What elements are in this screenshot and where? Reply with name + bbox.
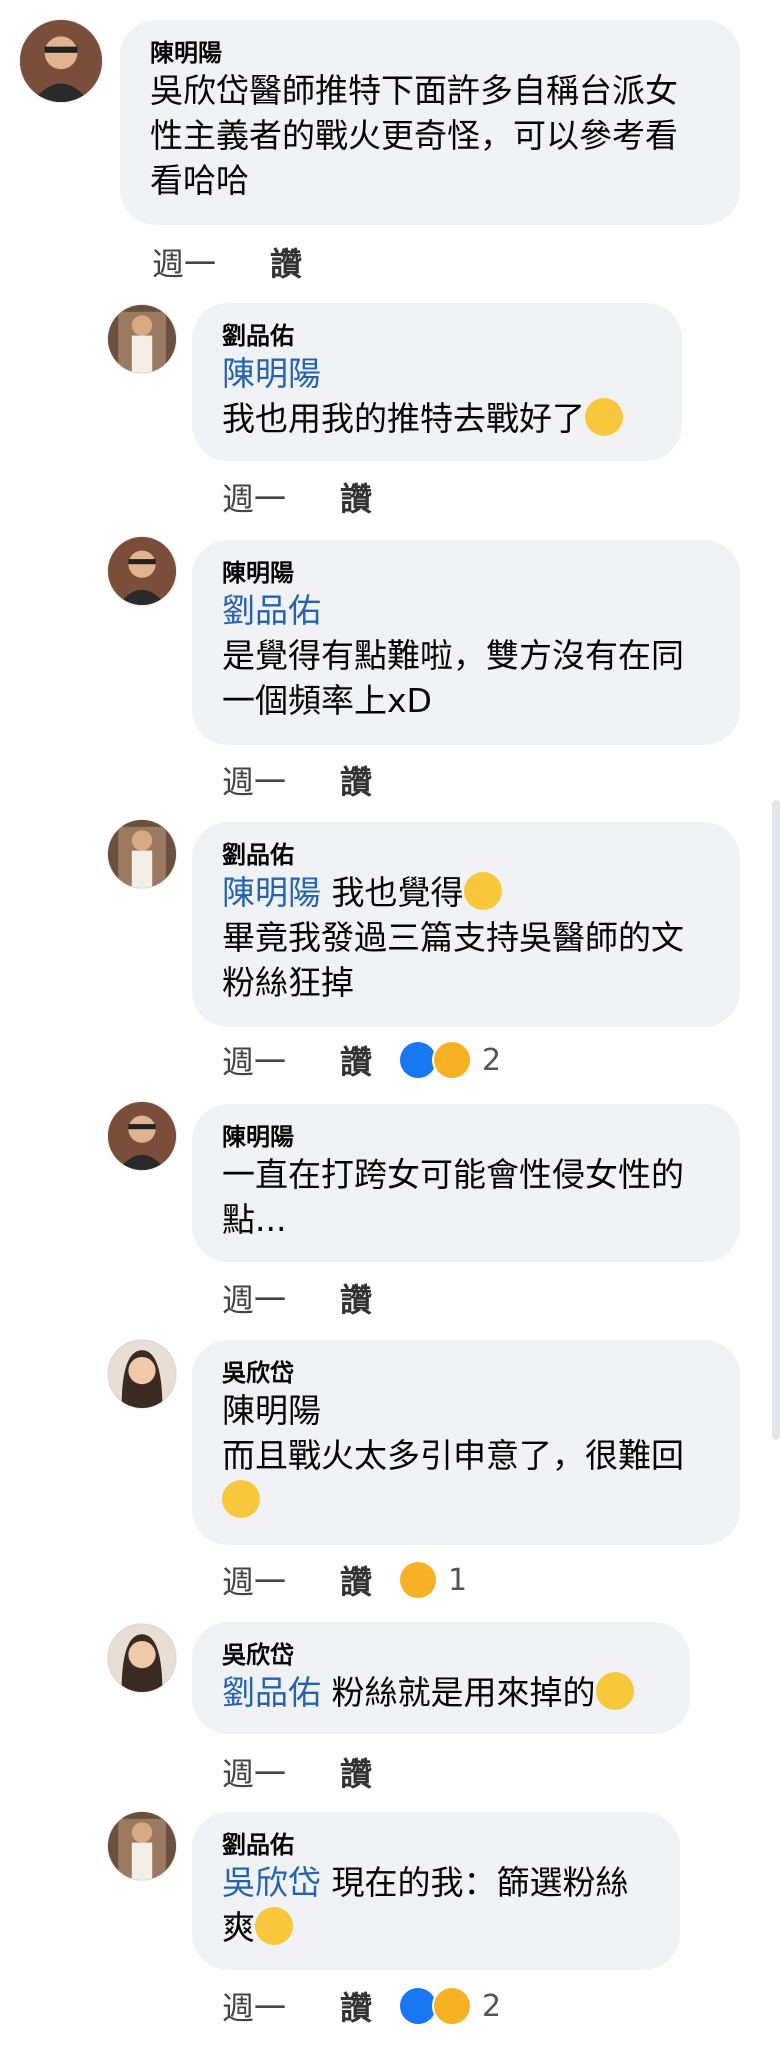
comment-actions: 週一 讚 2 bbox=[222, 1984, 501, 2028]
haha-reaction-icon bbox=[432, 1986, 473, 2026]
comment-text: 我也用我的推特去戰好了 bbox=[222, 399, 585, 438]
mention-link[interactable]: 陳明陽 bbox=[222, 873, 321, 912]
comment-author[interactable]: 陳明陽 bbox=[150, 38, 712, 68]
woozy-face-icon bbox=[255, 1907, 293, 1945]
smiling-tear-face-icon bbox=[463, 872, 502, 910]
reaction-count: 2 bbox=[482, 1988, 502, 2024]
comment-text: 粉絲狂掉 bbox=[222, 963, 354, 1002]
comment-text: 而且戰火太多引申意了，很難回 bbox=[222, 1436, 684, 1475]
like-button[interactable]: 讚 bbox=[340, 1749, 372, 1795]
comment-text: 畢竟我發過三篇支持吳醫師的文 bbox=[222, 918, 684, 957]
comment-time[interactable]: 週一 bbox=[222, 1749, 340, 1795]
comment-time[interactable]: 週一 bbox=[222, 474, 340, 520]
comment-author[interactable]: 吳欣岱 bbox=[222, 1640, 662, 1670]
comment-text: 一個頻率上xD bbox=[222, 681, 432, 720]
comment-author[interactable]: 吳欣岱 bbox=[222, 1358, 712, 1388]
comment-author[interactable]: 陳明陽 bbox=[222, 1122, 712, 1152]
like-button[interactable]: 讚 bbox=[340, 1983, 372, 2029]
comment-actions: 週一 讚 2 bbox=[222, 1038, 501, 1082]
woozy-face-icon bbox=[585, 398, 623, 436]
comment-text: 粉絲就是用來掉的 bbox=[321, 1673, 596, 1712]
mention-link[interactable]: 劉品佑 bbox=[222, 588, 712, 633]
like-button[interactable]: 讚 bbox=[340, 757, 372, 803]
avatar[interactable] bbox=[108, 820, 176, 888]
comment-text: 性主義者的戰火更奇怪，可以參考看 bbox=[150, 116, 678, 155]
like-button[interactable]: 讚 bbox=[340, 1037, 372, 1083]
comment-actions: 週一 讚 bbox=[222, 758, 372, 802]
comment-author[interactable]: 劉品佑 bbox=[222, 321, 654, 351]
comment-text: 我也覺得 bbox=[321, 873, 464, 912]
comment-bubble: 劉品佑 吳欣岱 現在的我：篩選粉絲 爽 bbox=[192, 1812, 680, 1970]
comment-time[interactable]: 週一 bbox=[222, 757, 340, 803]
comment-bubble: 吳欣岱 劉品佑 粉絲就是用來掉的 bbox=[192, 1622, 690, 1734]
comment-author[interactable]: 劉品佑 bbox=[222, 1830, 652, 1860]
like-button[interactable]: 讚 bbox=[270, 239, 302, 285]
comment-time[interactable]: 週一 bbox=[152, 239, 270, 285]
like-button[interactable]: 讚 bbox=[340, 1275, 372, 1321]
comment-time[interactable]: 週一 bbox=[222, 1037, 340, 1083]
mention-link[interactable]: 陳明陽 bbox=[222, 351, 654, 396]
comment-text: 爽 bbox=[222, 1908, 255, 1947]
mention-link[interactable]: 吳欣岱 bbox=[222, 1863, 321, 1902]
comment-text: 一直在打跨女可能會性侵女性的 bbox=[222, 1155, 684, 1194]
comment-bubble: 陳明陽 一直在打跨女可能會性侵女性的 點... bbox=[192, 1104, 740, 1262]
reaction-count: 2 bbox=[482, 1042, 502, 1078]
reaction-summary[interactable]: 2 bbox=[398, 1040, 501, 1080]
comment-text: 吳欣岱醫師推特下面許多自稱台派女 bbox=[150, 71, 678, 110]
avatar[interactable] bbox=[20, 20, 102, 102]
like-button[interactable]: 讚 bbox=[340, 1557, 372, 1603]
tears-of-joy-face-icon bbox=[222, 1480, 260, 1518]
comment-actions: 週一 讚 bbox=[152, 240, 302, 284]
comment-text: 陳明陽 bbox=[222, 1391, 321, 1430]
scrollbar[interactable] bbox=[772, 800, 780, 1440]
reaction-summary[interactable]: 1 bbox=[398, 1560, 467, 1600]
comment-bubble: 劉品佑 陳明陽 我也用我的推特去戰好了 bbox=[192, 303, 682, 461]
comment-time[interactable]: 週一 bbox=[222, 1557, 340, 1603]
avatar[interactable] bbox=[108, 1624, 176, 1692]
haha-reaction-icon bbox=[398, 1560, 439, 1600]
pleading-face-icon bbox=[595, 1672, 634, 1710]
reaction-summary[interactable]: 2 bbox=[398, 1986, 501, 2026]
comment-actions: 週一 讚 bbox=[222, 1750, 372, 1794]
avatar[interactable] bbox=[108, 1812, 176, 1880]
comment-actions: 週一 讚 bbox=[222, 1276, 372, 1320]
comment-text: 是覺得有點難啦，雙方沒有在同 bbox=[222, 636, 684, 675]
comment-actions: 週一 讚 1 bbox=[222, 1558, 467, 1602]
care-reaction-icon bbox=[432, 1040, 473, 1080]
comment-time[interactable]: 週一 bbox=[222, 1983, 340, 2029]
comment-bubble: 陳明陽 吳欣岱醫師推特下面許多自稱台派女 性主義者的戰火更奇怪，可以參考看 看哈… bbox=[120, 20, 740, 225]
comment-text: 看哈哈 bbox=[150, 161, 249, 200]
comment-bubble: 劉品佑 陳明陽 我也覺得 畢竟我發過三篇支持吳醫師的文 粉絲狂掉 bbox=[192, 822, 740, 1027]
comment-actions: 週一 讚 bbox=[222, 475, 372, 519]
avatar[interactable] bbox=[108, 305, 176, 373]
comment-text: 點... bbox=[222, 1200, 287, 1239]
avatar[interactable] bbox=[108, 537, 176, 605]
avatar[interactable] bbox=[108, 1102, 176, 1170]
comment-author[interactable]: 劉品佑 bbox=[222, 840, 712, 870]
comment-text: 現在的我：篩選粉絲 bbox=[321, 1863, 629, 1902]
avatar[interactable] bbox=[108, 1340, 176, 1408]
comment-time[interactable]: 週一 bbox=[222, 1275, 340, 1321]
comment-bubble: 吳欣岱 陳明陽 而且戰火太多引申意了，很難回 bbox=[192, 1340, 740, 1545]
mention-link[interactable]: 劉品佑 bbox=[222, 1673, 321, 1712]
comment-author[interactable]: 陳明陽 bbox=[222, 558, 712, 588]
reaction-count: 1 bbox=[448, 1562, 468, 1598]
comment-bubble: 陳明陽 劉品佑 是覺得有點難啦，雙方沒有在同 一個頻率上xD bbox=[192, 540, 740, 745]
like-button[interactable]: 讚 bbox=[340, 474, 372, 520]
